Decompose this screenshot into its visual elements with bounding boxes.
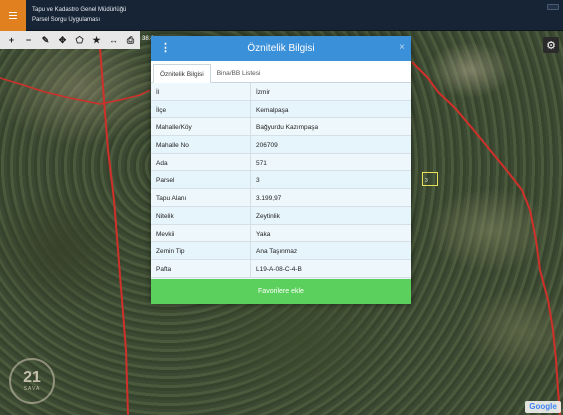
table-row: İlçe Kemalpaşa [151,100,411,119]
table-row: Mahalle/Köy Bağyurdu Kazımpaşa [151,118,411,137]
app-title-line1: Tapu ve Kadastro Genel Müdürlüğü [32,7,127,13]
hamburger-icon [9,11,17,20]
attribute-table: İl İzmir İlçe Kemalpaşa Mahalle/Köy Bağyurd… [151,83,411,278]
row-key: İlçe [151,100,251,118]
row-value: 206709 [256,142,278,150]
dialog-header: ⋮ Öznitelik Bilgisi × [151,36,411,61]
table-row: Zemin Tip Ana Taşınmaz [151,242,411,260]
logo-number: 21 [23,369,41,386]
row-value: Ana Taşınmaz [256,248,298,256]
dialog-tabs: Öznitelik Bilgisi Bina/BB Listesi [151,61,411,83]
row-value: 3 [256,177,260,185]
row-value: Bağyurdu Kazımpaşa [256,124,319,132]
header-window-icon[interactable] [547,4,559,10]
row-key: Pafta [151,259,251,277]
zoom-out-icon[interactable]: − [21,33,36,47]
row-key: Tapu Alanı [151,189,251,206]
table-row: Ada 571 [151,153,411,172]
edit-icon[interactable]: ✎ [38,33,53,47]
table-row: Mevkii Yaka [151,224,411,243]
close-icon[interactable]: × [399,42,405,53]
table-row: Pafta L19-A-08-C-4-B [151,259,411,278]
header-icons [547,4,559,10]
map-toolbar: + − ✎ ✥ ⬠ ★ ↔ ⎙ [0,31,140,49]
app-header: Tapu ve Kadastro Genel Müdürlüğü Parsel … [0,0,563,31]
pan-icon[interactable]: ✥ [55,33,70,47]
add-to-favorites-button[interactable]: Favorilere ekle [151,279,411,304]
attribute-info-dialog: ⋮ Öznitelik Bilgisi × Öznitelik Bilgisi … [151,36,411,304]
row-value: İzmir [256,89,271,96]
table-row: Tapu Alanı 3.199,97 [151,189,411,207]
row-key: Mahalle No [151,136,251,153]
row-key: Mevkii [151,224,251,242]
settings-gear-icon[interactable]: ⚙ [543,37,559,53]
tab-building-list[interactable]: Bina/BB Listesi [211,64,267,82]
table-row: İl İzmir [151,83,411,101]
app-title-line2: Parsel Sorgu Uygulaması [32,17,101,23]
row-key: Ada [151,153,251,171]
print-icon[interactable]: ⎙ [123,33,138,47]
logo-text: SAVA [23,386,41,392]
row-key: İl [151,83,251,100]
row-key: Zemin Tip [151,242,251,259]
century21-logo: 21 SAVA [9,358,55,404]
row-key: Nitelik [151,206,251,224]
parcel-label: 3 [425,178,428,184]
row-value: 3.199,97 [256,195,282,203]
row-value: L19-A-08-C-4-B [256,265,302,273]
table-row: Parsel 3 [151,171,411,190]
dialog-menu-icon[interactable]: ⋮ [160,42,171,55]
row-value: Kemalpaşa [256,106,289,114]
hamburger-menu-button[interactable] [0,0,26,31]
row-key: Mahalle/Köy [151,118,251,136]
dialog-title: Öznitelik Bilgisi [247,43,315,54]
google-logo: Google [525,401,561,413]
measure-icon[interactable]: ↔ [106,33,121,47]
row-key: Parsel [151,171,251,189]
row-value: Yaka [256,230,271,238]
star-icon[interactable]: ★ [89,33,104,47]
row-value: 571 [256,159,267,167]
table-row: Mahalle No 206709 [151,136,411,154]
tab-attribute-info[interactable]: Öznitelik Bilgisi [153,64,211,83]
table-row: Nitelik Zeytinlik [151,206,411,225]
row-value: Zeytinlik [256,212,280,220]
polygon-icon[interactable]: ⬠ [72,33,87,47]
zoom-in-icon[interactable]: + [4,33,19,47]
